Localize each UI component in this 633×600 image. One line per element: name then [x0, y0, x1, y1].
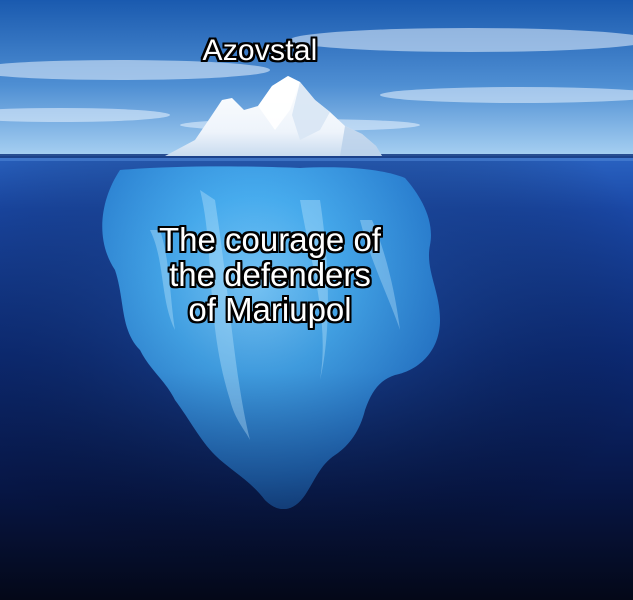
iceberg-meme: Azovstal The courage of the defenders of… [0, 0, 633, 600]
caption-azovstal: Azovstal [202, 34, 318, 67]
caption-line-1: The courage of [159, 221, 381, 258]
caption-line-3: of Mariupol [188, 291, 352, 328]
caption-courage: The courage of the defenders of Mariupol [118, 222, 422, 327]
caption-line-2: the defenders [169, 256, 371, 293]
